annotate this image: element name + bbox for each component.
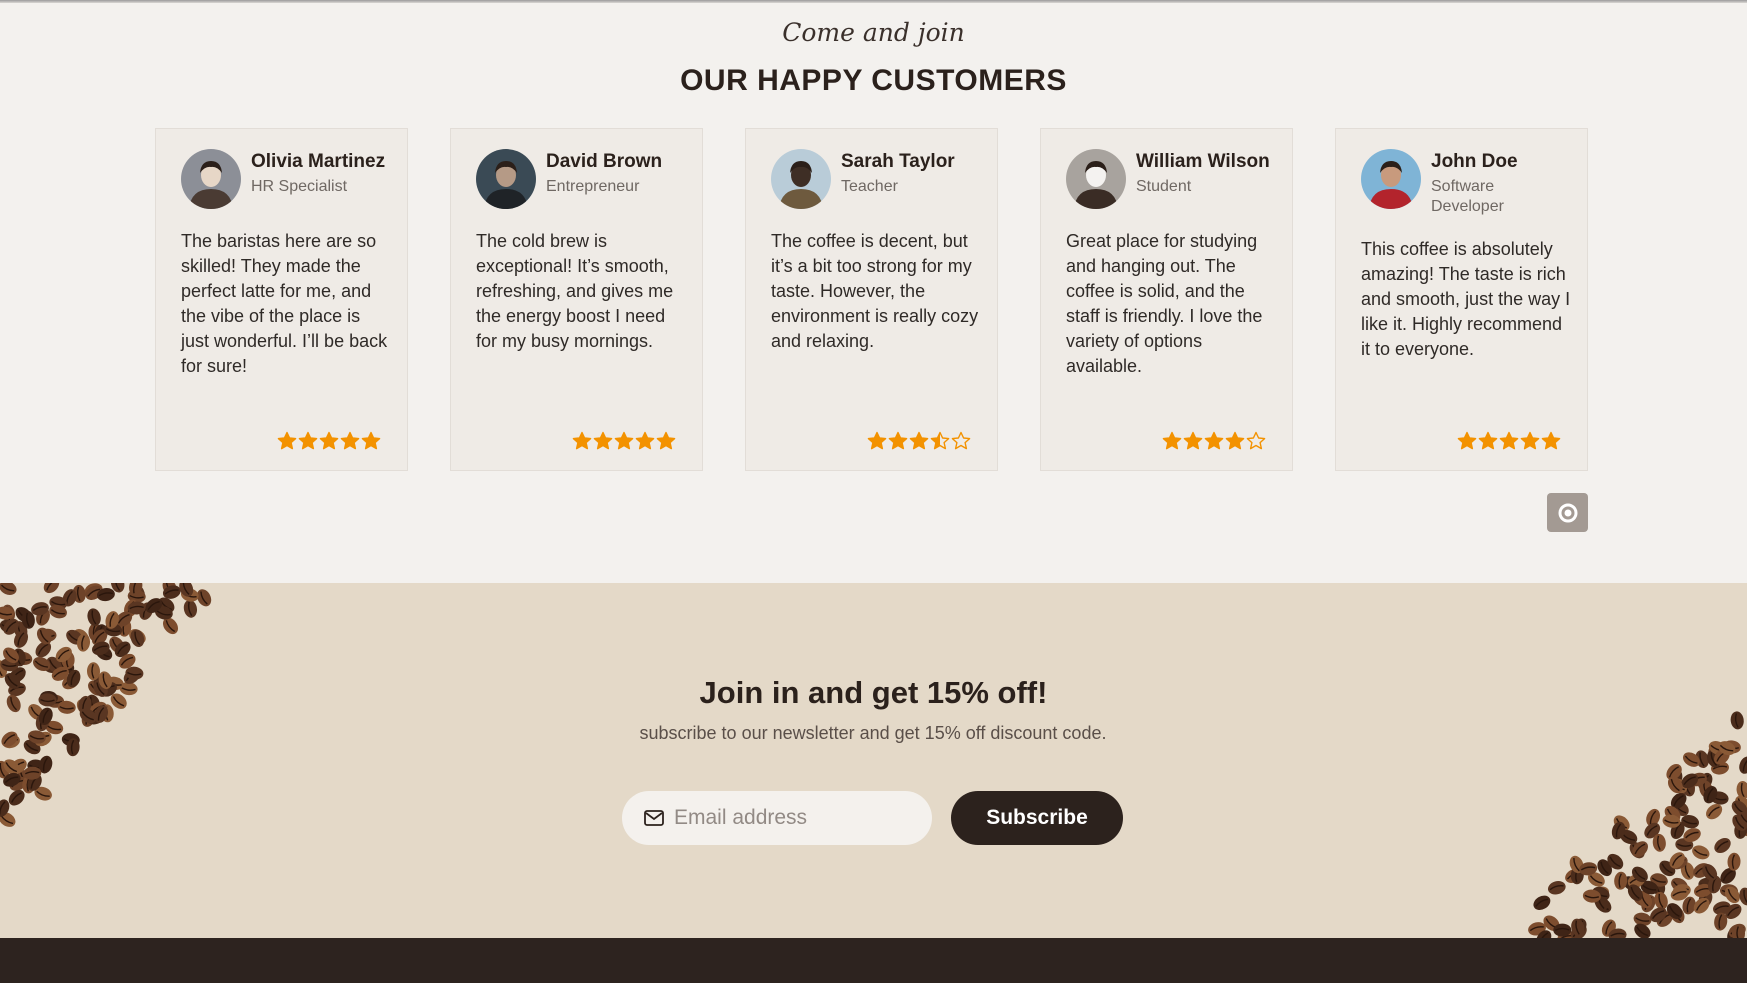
star-half-icon — [930, 431, 950, 450]
circle-dot-icon — [1558, 503, 1577, 522]
customer-name: Olivia Martinez — [251, 151, 386, 172]
testimonial-card: David Brown Entrepreneur The cold brew i… — [450, 128, 703, 471]
star-filled-icon — [298, 431, 318, 450]
testimonial-card: William Wilson Student Great place for s… — [1040, 128, 1293, 471]
customer-name: John Doe — [1431, 151, 1518, 172]
testimonial-quote: The coffee is decent, but it’s a bit too… — [771, 231, 979, 351]
star-filled-icon — [572, 431, 592, 450]
avatar — [476, 149, 536, 209]
star-filled-icon — [593, 431, 613, 450]
person-icon — [1066, 149, 1126, 209]
customer-name: David Brown — [546, 151, 663, 172]
star-filled-icon — [867, 431, 887, 450]
star-filled-icon — [1499, 431, 1519, 450]
star-filled-icon — [1520, 431, 1540, 450]
footer — [0, 938, 1747, 983]
star-filled-icon — [1225, 431, 1245, 450]
testimonial-card: Olivia Martinez HR Specialist The barist… — [155, 128, 408, 471]
testimonial-card: John Doe Software Developer This coffee … — [1335, 128, 1588, 471]
star-rating — [867, 431, 971, 451]
subscribe-button[interactable]: Subscribe — [951, 791, 1123, 845]
star-rating — [277, 431, 381, 451]
customer-name: Sarah Taylor — [841, 151, 955, 172]
customer-role: Software Developer — [1431, 178, 1504, 215]
email-field[interactable] — [622, 791, 932, 845]
testimonial-card: Sarah Taylor Teacher The coffee is decen… — [745, 128, 998, 471]
star-empty-icon — [1246, 431, 1266, 450]
star-filled-icon — [1457, 431, 1477, 450]
carousel-pager-button[interactable] — [1547, 493, 1588, 532]
newsletter-title: Join in and get 15% off! — [699, 675, 1048, 710]
section-heading: OUR HAPPY CUSTOMERS — [680, 64, 1067, 97]
star-filled-icon — [656, 431, 676, 450]
testimonials-section: Come and join OUR HAPPY CUSTOMERS Olivia… — [0, 0, 1747, 583]
star-filled-icon — [1183, 431, 1203, 450]
star-empty-icon — [951, 431, 971, 450]
star-filled-icon — [361, 431, 381, 450]
star-filled-icon — [635, 431, 655, 450]
testimonial-quote: The baristas here are so skilled! They m… — [181, 231, 388, 376]
star-filled-icon — [909, 431, 929, 450]
customer-name: William Wilson — [1136, 151, 1270, 172]
customer-role: Student — [1136, 178, 1192, 195]
newsletter-section: Join in and get 15% off! subscribe to ou… — [0, 583, 1747, 938]
customer-role: Teacher — [841, 178, 898, 195]
person-icon — [1361, 149, 1421, 209]
star-filled-icon — [888, 431, 908, 450]
star-filled-icon — [340, 431, 360, 450]
testimonial-quote: This coffee is absolutely amazing! The t… — [1361, 239, 1571, 359]
person-icon — [476, 149, 536, 209]
star-rating — [572, 431, 676, 451]
testimonial-quote: Great place for studying and hanging out… — [1066, 231, 1263, 376]
email-input[interactable] — [672, 805, 916, 831]
star-filled-icon — [1541, 431, 1561, 450]
testimonial-quote: The cold brew is exceptional! It’s smoot… — [476, 231, 674, 351]
coffee-beans-image — [1528, 711, 1747, 938]
star-rating — [1162, 431, 1266, 451]
star-rating — [1457, 431, 1561, 451]
newsletter-subtitle: subscribe to our newsletter and get 15% … — [639, 723, 1107, 743]
avatar — [1066, 149, 1126, 209]
coffee-beans-image — [0, 583, 212, 827]
person-icon — [771, 149, 831, 209]
avatar — [771, 149, 831, 209]
avatar — [181, 149, 241, 209]
star-filled-icon — [614, 431, 634, 450]
customer-role: Entrepreneur — [546, 178, 640, 195]
star-filled-icon — [1162, 431, 1182, 450]
avatar — [1361, 149, 1421, 209]
customer-role: HR Specialist — [251, 178, 348, 195]
star-filled-icon — [277, 431, 297, 450]
star-filled-icon — [319, 431, 339, 450]
mail-icon — [644, 810, 664, 826]
testimonial-carousel[interactable]: Olivia Martinez HR Specialist The barist… — [155, 128, 1592, 473]
section-kicker: Come and join — [782, 18, 965, 47]
star-filled-icon — [1478, 431, 1498, 450]
star-filled-icon — [1204, 431, 1224, 450]
person-icon — [181, 149, 241, 209]
